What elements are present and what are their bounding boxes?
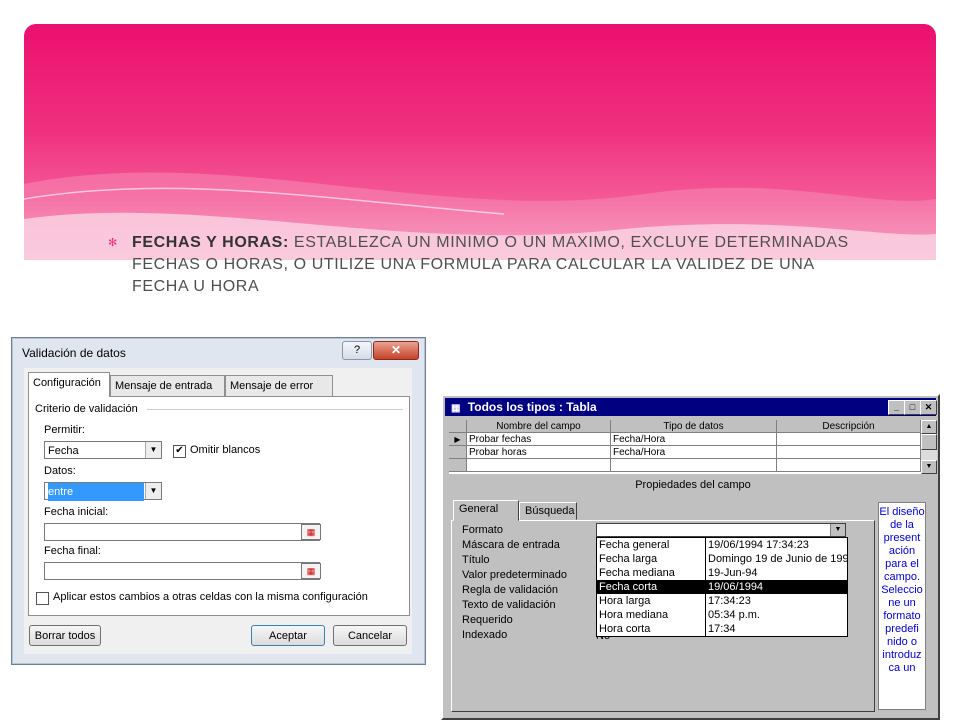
fecha-inicial-input[interactable] bbox=[44, 523, 320, 541]
prop-regla: Regla de validación bbox=[462, 584, 559, 596]
chevron-down-icon: ▼ bbox=[145, 442, 161, 458]
access-table-window: ▦ Todos los tipos : Tabla _ □ ✕ Nombre d… bbox=[441, 394, 940, 720]
minimize-icon[interactable]: _ bbox=[888, 400, 905, 415]
group-divider bbox=[147, 409, 403, 410]
tab-mensaje-error[interactable]: Mensaje de error bbox=[225, 375, 333, 396]
tab-general[interactable]: General bbox=[453, 500, 519, 521]
table-row-empty[interactable] bbox=[777, 459, 921, 472]
dialog-body: Configuración Mensaje de entrada Mensaje… bbox=[24, 368, 412, 654]
table-row-name[interactable]: Probar fechas bbox=[467, 433, 611, 446]
dialog-title: Validación de datos bbox=[22, 346, 126, 360]
format-option[interactable]: Hora mediana 05:34 p.m. bbox=[597, 608, 847, 622]
close-icon[interactable]: ✕ bbox=[920, 400, 937, 415]
window-titlebar: ▦ Todos los tipos : Tabla _ □ ✕ bbox=[445, 398, 937, 416]
chevron-down-icon: ▼ bbox=[145, 483, 161, 499]
row-selector-current-icon[interactable]: ▶ bbox=[449, 433, 467, 446]
omitir-blancos-label: Omitir blancos bbox=[190, 444, 261, 456]
table-row-desc[interactable] bbox=[777, 433, 921, 446]
range-picker-icon[interactable]: ▦ bbox=[301, 524, 321, 540]
slide-header-banner bbox=[24, 24, 936, 260]
scroll-thumb[interactable] bbox=[921, 434, 937, 450]
scroll-up-icon[interactable]: ▲ bbox=[921, 420, 937, 434]
datos-value: entre bbox=[48, 483, 144, 501]
excel-validation-dialog: Validación de datos ? ✕ Configuración Me… bbox=[11, 337, 426, 665]
chevron-down-icon[interactable]: ▼ bbox=[830, 524, 845, 536]
table-row-type[interactable]: Fecha/Hora bbox=[611, 433, 777, 446]
prop-formato: Formato bbox=[462, 524, 503, 536]
bullet-icon: ✻ bbox=[108, 237, 118, 249]
configuracion-panel: Criterio de validación Permitir: Fecha ▼… bbox=[28, 396, 410, 616]
permitir-select[interactable]: Fecha ▼ bbox=[44, 441, 162, 459]
row-selector[interactable] bbox=[449, 446, 467, 459]
close-button[interactable]: ✕ bbox=[373, 341, 419, 360]
fecha-final-label: Fecha final: bbox=[44, 545, 101, 557]
fecha-final-input[interactable] bbox=[44, 562, 320, 580]
table-row-empty[interactable] bbox=[467, 459, 611, 472]
scroll-down-icon[interactable]: ▼ bbox=[921, 460, 937, 474]
prop-texto: Texto de validación bbox=[462, 599, 556, 611]
table-row-empty[interactable] bbox=[611, 459, 777, 472]
omitir-blancos-checkbox[interactable]: ✔ bbox=[173, 445, 186, 458]
column-divider bbox=[705, 538, 706, 636]
format-option[interactable]: Fecha larga Domingo 19 de Junio de 1994 bbox=[597, 552, 847, 566]
prop-titulo: Título bbox=[462, 554, 490, 566]
group-label: Criterio de validación bbox=[35, 403, 138, 415]
grid-scrollbar[interactable]: ▲ ▼ bbox=[921, 420, 937, 474]
aceptar-button[interactable]: Aceptar bbox=[251, 625, 325, 646]
table-icon: ▦ bbox=[451, 403, 461, 414]
table-row-desc[interactable] bbox=[777, 446, 921, 459]
properties-title: Propiedades del campo bbox=[635, 479, 751, 491]
tab-mensaje-entrada[interactable]: Mensaje de entrada bbox=[110, 375, 225, 396]
wave-decoration bbox=[24, 172, 936, 260]
help-button[interactable]: ? bbox=[342, 341, 372, 360]
col-header-nombre: Nombre del campo bbox=[467, 420, 611, 433]
corner-cell bbox=[449, 420, 467, 433]
prop-valor: Valor predeterminado bbox=[462, 569, 567, 581]
bullet-paragraph: ✻ FECHAS Y HORAS: ESTABLEZCA UN MINIMO O… bbox=[108, 232, 868, 298]
format-option-selected[interactable]: Fecha corta 19/06/1994 bbox=[597, 580, 847, 594]
cancelar-button[interactable]: Cancelar bbox=[333, 625, 407, 646]
datos-select[interactable]: entre ▼ bbox=[44, 482, 162, 501]
format-option[interactable]: Fecha general 19/06/1994 17:34:23 bbox=[597, 538, 847, 552]
field-grid: Nombre del campo Tipo de datos Descripci… bbox=[449, 420, 921, 474]
permitir-label: Permitir: bbox=[44, 424, 85, 436]
bullet-heading: FECHAS Y HORAS: bbox=[132, 234, 289, 251]
format-option[interactable]: Fecha mediana 19-Jun-94 bbox=[597, 566, 847, 580]
aplicar-cambios-label: Aplicar estos cambios a otras celdas con… bbox=[53, 591, 368, 603]
table-row-type[interactable]: Fecha/Hora bbox=[611, 446, 777, 459]
col-header-descripcion: Descripción bbox=[777, 420, 921, 433]
range-picker-icon[interactable]: ▦ bbox=[301, 563, 321, 579]
tab-busqueda[interactable]: Búsqueda bbox=[519, 502, 577, 520]
formato-combobox[interactable]: ▼ bbox=[596, 523, 846, 537]
aplicar-cambios-checkbox[interactable] bbox=[36, 592, 49, 605]
format-option[interactable]: Hora larga 17:34:23 bbox=[597, 594, 847, 608]
maximize-icon[interactable]: □ bbox=[904, 400, 921, 415]
fecha-inicial-label: Fecha inicial: bbox=[44, 506, 109, 518]
prop-requerido: Requerido bbox=[462, 614, 513, 626]
col-header-tipo: Tipo de datos bbox=[611, 420, 777, 433]
datos-label: Datos: bbox=[44, 465, 76, 477]
prop-mascara: Máscara de entrada bbox=[462, 539, 560, 551]
row-selector[interactable] bbox=[449, 459, 467, 472]
property-help-text: El diseño de la present ación para el ca… bbox=[878, 502, 926, 710]
window-title: Todos los tipos : Tabla bbox=[467, 400, 597, 414]
borrar-todos-button[interactable]: Borrar todos bbox=[29, 625, 101, 646]
format-option[interactable]: Hora corta 17:34 bbox=[597, 622, 847, 636]
tab-configuracion[interactable]: Configuración bbox=[28, 372, 110, 397]
permitir-value: Fecha bbox=[48, 445, 79, 457]
table-row-name[interactable]: Probar horas bbox=[467, 446, 611, 459]
prop-indexado: Indexado bbox=[462, 629, 508, 641]
formato-dropdown-list: Fecha general 19/06/1994 17:34:23 Fecha l… bbox=[596, 537, 848, 637]
